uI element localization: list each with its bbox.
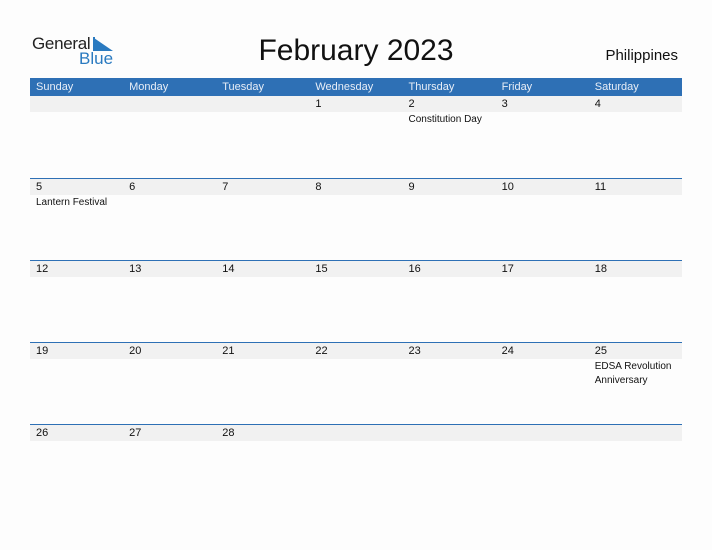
day-cell-17[interactable]: 17: [496, 261, 589, 277]
holiday-label: Constitution Day: [408, 114, 482, 125]
day-cell-28[interactable]: 28: [216, 425, 309, 441]
event-slot: [403, 195, 496, 210]
event-slot: [496, 195, 589, 210]
day-cell-7[interactable]: 7: [216, 179, 309, 195]
day-cell-16[interactable]: 16: [403, 261, 496, 277]
weekday-thursday: Thursday: [408, 81, 455, 93]
country-label: Philippines: [605, 47, 678, 64]
calendar-grid: Sunday Monday Tuesday Wednesday Thursday Frid…: [30, 78, 682, 506]
event-slot: [309, 195, 402, 210]
event-slot: [123, 359, 216, 388]
event-slot: [403, 359, 496, 388]
event-slot: [30, 112, 123, 127]
weekday-sunday: Sunday: [36, 81, 74, 93]
day-cell-24[interactable]: 24: [496, 343, 589, 359]
day-cell-13[interactable]: 13: [123, 261, 216, 277]
week-row: 1 2 3 4 Constitution Day: [30, 96, 682, 178]
date-strip: 1234: [30, 96, 682, 112]
day-cell-9[interactable]: 9: [403, 179, 496, 195]
weekday-wednesday: Wednesday: [315, 81, 374, 93]
date-strip: 19 20 21 22 23 24 25: [30, 343, 682, 359]
day-cell-12[interactable]: 12: [30, 261, 123, 277]
event-slot: [403, 277, 496, 278]
week-row: 26 27 28: [30, 424, 682, 506]
event-slot: [30, 359, 123, 388]
day-cell-1[interactable]: 1: [309, 96, 402, 112]
date-strip: 12 13 14 15 16 17 18: [30, 261, 682, 277]
day-cell-22[interactable]: 22: [309, 343, 402, 359]
event-slot: [589, 277, 682, 278]
event-slot: [496, 359, 589, 388]
day-cell-26[interactable]: 26: [30, 425, 123, 441]
day-cell-19[interactable]: 19: [30, 343, 123, 359]
week-row: 5 6 7 8 9 10 11 Lantern Festival: [30, 178, 682, 260]
event-slot: [216, 359, 309, 388]
week-row: 12 13 14 15 16 17 18: [30, 260, 682, 342]
day-cell-3[interactable]: 3: [496, 96, 589, 112]
event-slot: [123, 195, 216, 210]
month-year: February 2023: [258, 34, 454, 67]
weekday-friday: Friday: [501, 81, 533, 93]
day-cell-2[interactable]: 2: [403, 96, 496, 112]
event-slot: [309, 359, 402, 388]
event-slot: [216, 441, 309, 442]
events-row: EDSA Revolution Anniversary: [30, 359, 682, 388]
event-slot: [496, 277, 589, 278]
day-cell-23[interactable]: 23: [403, 343, 496, 359]
day-cell-20[interactable]: 20: [123, 343, 216, 359]
event-slot: [123, 277, 216, 278]
event-slot: [309, 112, 402, 127]
date-strip: 5 6 7 8 9 10 11: [30, 179, 682, 195]
empty-day-cell: [403, 425, 496, 441]
weekday-tuesday: Tuesday: [222, 81, 265, 93]
event-slot: [309, 441, 402, 442]
event-slot: [309, 277, 402, 278]
events-row: Lantern Festival: [30, 195, 682, 210]
day-cell-6[interactable]: 6: [123, 179, 216, 195]
event-slot: [123, 112, 216, 127]
event-slot: [216, 195, 309, 210]
day-cell-10[interactable]: 10: [496, 179, 589, 195]
event-slot: [30, 441, 123, 442]
weekday-monday: Monday: [129, 81, 169, 93]
day-cell-15[interactable]: 15: [309, 261, 402, 277]
weekday-header-row: Sunday Monday Tuesday Wednesday Thursday Frid…: [30, 78, 682, 96]
event-slot: [496, 112, 589, 127]
empty-day-cell: [496, 425, 589, 441]
day-cell-27[interactable]: 27: [123, 425, 216, 441]
holiday-label: EDSA Revolution Anniversary: [594, 361, 672, 386]
day-cell-5[interactable]: 5: [30, 179, 123, 195]
events-row: Constitution Day: [30, 112, 682, 127]
event-slot: [123, 441, 216, 442]
day-cell-8[interactable]: 8: [309, 179, 402, 195]
day-cell-18[interactable]: 18: [589, 261, 682, 277]
day-cell-4[interactable]: 4: [589, 96, 682, 112]
empty-day-cell: [30, 96, 123, 112]
event-slot: [216, 112, 309, 127]
day-cell-21[interactable]: 21: [216, 343, 309, 359]
event-slot: [496, 441, 589, 442]
event-slot: [589, 112, 682, 127]
empty-day-cell: [589, 425, 682, 441]
date-strip: 26 27 28: [30, 425, 682, 441]
week-row: 19 20 21 22 23 24 25 EDSA Revolution Anniversar…: [30, 342, 682, 424]
empty-day-cell: [309, 425, 402, 441]
empty-day-cell: [123, 96, 216, 112]
day-cell-11[interactable]: 11: [589, 179, 682, 195]
day-cell-25[interactable]: 25: [589, 343, 682, 359]
event-slot: [403, 441, 496, 442]
event-slot: [589, 441, 682, 442]
weeks-container: 1 2 3 4 Constitution Day 5 6 7 8 9 10 11 Lantern Fes…: [30, 96, 682, 506]
weekday-saturday: Saturday: [594, 81, 639, 93]
event-slot: [589, 195, 682, 210]
holiday-label: Lantern Festival: [36, 197, 108, 208]
event-slot: [30, 277, 123, 278]
event-slot: [216, 277, 309, 278]
events-row: [30, 277, 682, 278]
events-row: [30, 441, 682, 442]
empty-day-cell: [216, 96, 309, 112]
day-cell-14[interactable]: 14: [216, 261, 309, 277]
